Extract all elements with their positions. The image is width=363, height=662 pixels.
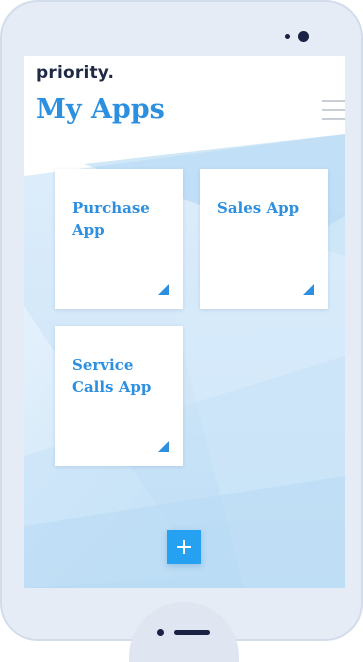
corner-triangle-icon xyxy=(303,284,314,295)
menu-line xyxy=(322,109,345,111)
plus-icon xyxy=(177,540,191,554)
camera-dot xyxy=(298,31,309,42)
menu-line xyxy=(322,100,345,102)
tile-label: Purchase App xyxy=(72,199,150,239)
app-tile-purchase[interactable]: Purchase App xyxy=(55,169,183,309)
phone-frame: priority. My Apps Purchase App Sales App… xyxy=(0,0,363,662)
camera-dots xyxy=(285,31,325,43)
corner-triangle-icon xyxy=(158,284,169,295)
page-title: My Apps xyxy=(36,94,165,125)
tile-label: Sales App xyxy=(217,199,300,217)
home-indicator[interactable] xyxy=(129,602,239,662)
corner-triangle-icon xyxy=(158,441,169,452)
app-screen: priority. My Apps Purchase App Sales App… xyxy=(24,56,345,588)
tile-label: Service Calls App xyxy=(72,356,152,396)
app-logo: priority. xyxy=(36,63,115,83)
home-dot xyxy=(157,629,164,636)
app-tile-sales[interactable]: Sales App xyxy=(200,169,328,309)
hamburger-menu-icon[interactable] xyxy=(322,100,345,122)
home-bar xyxy=(174,630,210,635)
screen-background xyxy=(24,56,345,588)
menu-line xyxy=(322,118,345,120)
app-tile-service-calls[interactable]: Service Calls App xyxy=(55,326,183,466)
add-app-button[interactable] xyxy=(167,530,201,564)
sensor-dot xyxy=(285,34,290,39)
